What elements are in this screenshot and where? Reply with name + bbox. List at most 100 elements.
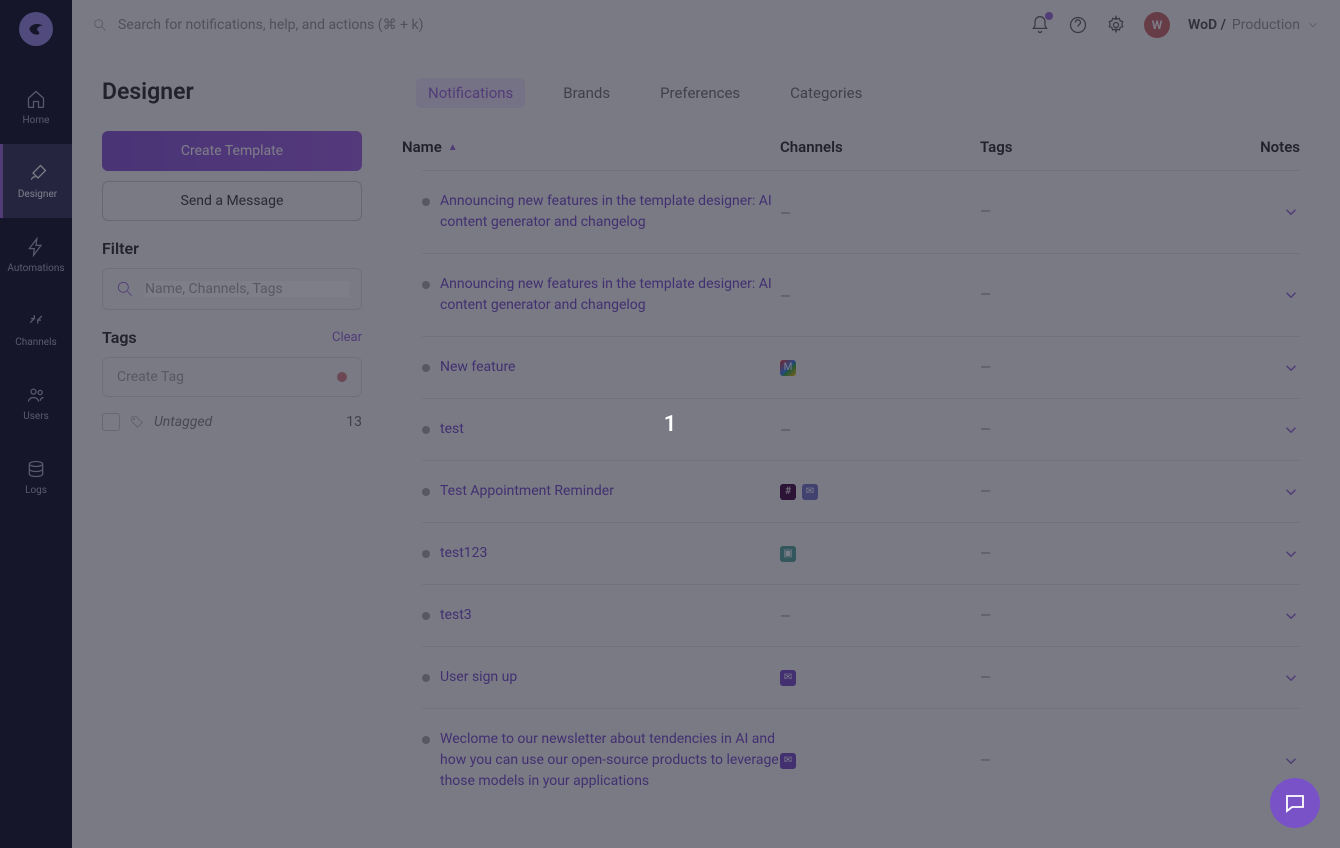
chevron-down-icon[interactable]: [1282, 421, 1300, 439]
send-message-button[interactable]: Send a Message: [102, 181, 362, 221]
table-row[interactable]: Weclome to our newsletter about tendenci…: [422, 708, 1300, 812]
column-notes[interactable]: Notes: [1180, 138, 1300, 156]
template-link[interactable]: Announcing new features in the template …: [440, 191, 780, 233]
chevron-down-icon[interactable]: [1282, 545, 1300, 563]
search-icon: [92, 17, 108, 33]
channels-cell: —: [780, 286, 980, 305]
empty-dash: —: [780, 206, 791, 222]
tag-checkbox[interactable]: [102, 413, 120, 431]
column-channels[interactable]: Channels: [780, 138, 980, 156]
channels-cell: ▣: [780, 546, 980, 562]
status-dot: [422, 426, 430, 434]
table-row[interactable]: test3——: [422, 584, 1300, 646]
column-name[interactable]: Name ▲: [402, 138, 780, 156]
chevron-down-icon[interactable]: [1282, 286, 1300, 304]
template-link[interactable]: test3: [440, 605, 472, 626]
row-name-cell: Test Appointment Reminder: [422, 481, 780, 502]
status-dot: [422, 364, 430, 372]
chat-fab[interactable]: [1270, 778, 1320, 828]
clear-tags-link[interactable]: Clear: [332, 330, 362, 345]
create-template-button[interactable]: Create Template: [102, 131, 362, 171]
row-name-cell: New feature: [422, 357, 780, 378]
notes-cell: [1180, 607, 1300, 625]
nav-label: Users: [23, 411, 49, 422]
help-button[interactable]: [1068, 15, 1088, 35]
status-dot: [422, 281, 430, 289]
tags-cell: —: [980, 422, 1180, 438]
template-link[interactable]: Test Appointment Reminder: [440, 481, 614, 502]
notes-cell: [1180, 203, 1300, 221]
settings-button[interactable]: [1106, 15, 1126, 35]
tab-preferences[interactable]: Preferences: [648, 78, 752, 108]
chevron-down-icon[interactable]: [1282, 483, 1300, 501]
notes-cell: [1180, 752, 1300, 770]
global-search-input[interactable]: [118, 17, 518, 33]
channels-cell: ✉: [780, 670, 980, 686]
empty-dash: —: [780, 289, 791, 305]
template-link[interactable]: Announcing new features in the template …: [440, 274, 780, 316]
table-row[interactable]: Announcing new features in the template …: [422, 170, 1300, 253]
create-tag-input[interactable]: Create Tag: [102, 357, 362, 397]
filter-input[interactable]: [145, 281, 349, 297]
tags-cell: —: [980, 608, 1180, 624]
nav-item-logs[interactable]: Logs: [0, 440, 72, 514]
table-row[interactable]: User sign up ✉ —: [422, 646, 1300, 708]
tab-categories[interactable]: Categories: [778, 78, 874, 108]
chevron-down-icon[interactable]: [1282, 607, 1300, 625]
nav-label: Home: [23, 115, 50, 126]
nav-item-channels[interactable]: Channels: [0, 292, 72, 366]
notes-cell: [1180, 359, 1300, 377]
tag-row-untagged[interactable]: Untagged 13: [102, 413, 362, 431]
sort-asc-icon: ▲: [448, 142, 458, 153]
table-row[interactable]: test ——: [422, 398, 1300, 460]
table-row[interactable]: Announcing new features in the template …: [422, 253, 1300, 336]
tags-cell: —: [980, 753, 1180, 769]
filter-heading: Filter: [102, 239, 362, 258]
nav-item-home[interactable]: Home: [0, 70, 72, 144]
workspace-switcher[interactable]: WoD / Production: [1188, 17, 1320, 33]
tag-icon: [130, 415, 144, 429]
chevron-down-icon[interactable]: [1282, 203, 1300, 221]
tab-brands[interactable]: Brands: [551, 78, 622, 108]
chevron-down-icon[interactable]: [1282, 752, 1300, 770]
tag-count: 13: [346, 414, 362, 430]
notifications-button[interactable]: [1030, 15, 1050, 35]
status-dot: [422, 550, 430, 558]
row-name-cell: Weclome to our newsletter about tendenci…: [422, 729, 780, 792]
channels-cell: M: [780, 360, 980, 376]
channels-cell: ✉: [780, 753, 980, 769]
nav-label: Channels: [15, 337, 56, 348]
status-dot: [422, 612, 430, 620]
avatar[interactable]: W: [1144, 12, 1170, 38]
template-link[interactable]: test: [440, 419, 464, 440]
template-link[interactable]: test123: [440, 543, 487, 564]
nav-item-users[interactable]: Users: [0, 366, 72, 440]
filter-input-wrap: [102, 268, 362, 310]
chevron-down-icon[interactable]: [1282, 669, 1300, 687]
email-icon: ✉: [780, 670, 796, 686]
table-row[interactable]: test123▣—: [422, 522, 1300, 584]
chevron-down-icon[interactable]: [1282, 359, 1300, 377]
channels-cell: —: [780, 420, 980, 439]
create-tag-placeholder: Create Tag: [117, 369, 184, 385]
template-link[interactable]: New feature: [440, 357, 515, 378]
template-link[interactable]: Weclome to our newsletter about tendenci…: [440, 729, 780, 792]
table-row[interactable]: Test Appointment Reminder#✉—: [422, 460, 1300, 522]
help-icon: [1068, 15, 1088, 35]
row-name-cell: test: [422, 419, 780, 440]
notes-cell: [1180, 421, 1300, 439]
template-link[interactable]: User sign up: [440, 667, 517, 688]
status-dot: [422, 198, 430, 206]
nav-item-designer[interactable]: Designer: [0, 144, 72, 218]
tab-notifications[interactable]: Notifications: [416, 78, 525, 108]
tag-name: Untagged: [154, 414, 336, 430]
table-row[interactable]: New featureM—: [422, 336, 1300, 398]
column-tags[interactable]: Tags: [980, 138, 1180, 156]
nav-item-automations[interactable]: Automations: [0, 218, 72, 292]
status-dot: [422, 488, 430, 496]
plug-icon: [26, 311, 46, 331]
tags-cell: —: [980, 670, 1180, 686]
tags-heading: Tags: [102, 328, 137, 347]
row-name-cell: Announcing new features in the template …: [422, 274, 780, 316]
brand-logo[interactable]: [19, 12, 53, 46]
